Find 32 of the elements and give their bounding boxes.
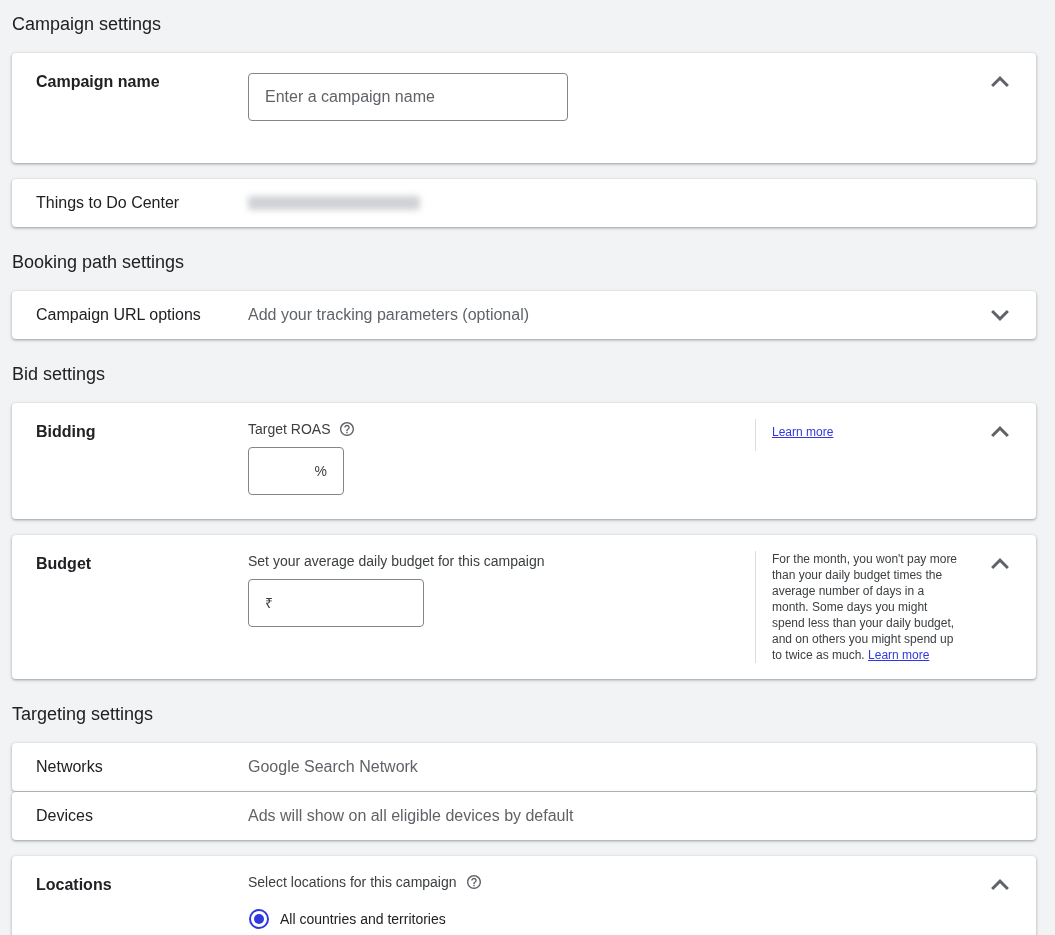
setting-label: Locations [36, 876, 112, 893]
help-icon[interactable] [340, 422, 355, 436]
setting-label: Things to Do Center [36, 194, 180, 211]
field-label: Target ROAS [248, 420, 331, 439]
setting-label: Devices [36, 807, 93, 824]
amount-input-field[interactable]: ₹ [248, 579, 424, 627]
campaign-name-input[interactable]: Enter a campaign name [248, 73, 568, 121]
learn-more-link[interactable]: Learn more [868, 648, 930, 662]
chevron-up-icon [991, 557, 1009, 569]
setting-label: Budget [36, 555, 92, 572]
section-heading: Targeting settings [12, 703, 154, 726]
setting-label: Campaign name [36, 73, 160, 90]
help-icon[interactable] [466, 875, 481, 889]
chevron-up-icon [991, 425, 1009, 437]
field-label: Set your average daily budget for this campaign [248, 552, 545, 571]
setting-value: Ads will show on all eligible devices by default [248, 806, 574, 826]
setting-label: Bidding [36, 423, 96, 440]
chevron-up-icon [991, 878, 1009, 890]
section-heading: Booking path settings [12, 251, 185, 274]
radio-option[interactable]: All countries and territories [248, 909, 446, 929]
learn-more-link[interactable]: Learn more [772, 425, 834, 439]
setting-value: Google Search Network [248, 757, 418, 777]
field-label: Select locations for this campaign [248, 873, 457, 892]
setting-label: Networks [36, 758, 103, 775]
setting-value: Add your tracking parameters (optional) [248, 305, 530, 325]
amount-input-field[interactable]: % [248, 447, 344, 495]
setting-label: Campaign URL options [36, 306, 201, 323]
budget-help-text: For the month, you won't pay more than your daily budget times the average number of days in a month. Some days you might spend less than your daily budget, and on others you might spend up to twice as much. Learn more [772, 551, 959, 663]
chevron-up-icon [991, 75, 1009, 87]
section-heading: Bid settings [12, 363, 106, 386]
section-heading: Campaign settings [12, 13, 162, 36]
chevron-down-icon [991, 309, 1009, 321]
